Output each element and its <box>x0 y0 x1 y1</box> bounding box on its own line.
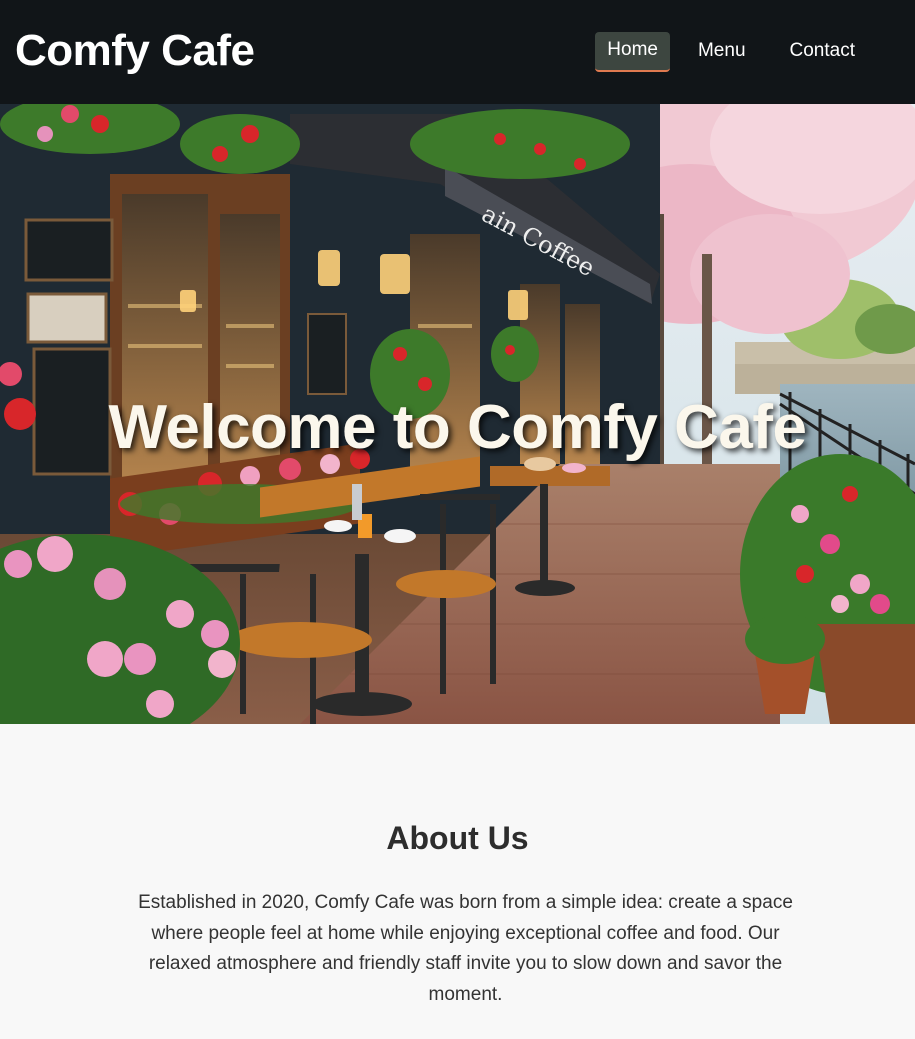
site-header: Comfy Cafe Home Menu Contact <box>0 0 915 104</box>
about-text: Established in 2020, Comfy Cafe was born… <box>138 892 793 1006</box>
nav-home-link[interactable]: Home <box>595 32 670 72</box>
nav-menu-link[interactable]: Menu <box>682 32 762 72</box>
nav-contact-link[interactable]: Contact <box>774 32 871 72</box>
brand-logo[interactable]: Comfy Cafe <box>15 26 255 76</box>
hero-title: Welcome to Comfy Cafe <box>108 393 807 462</box>
about-section: About Us Established in 2020, Comfy Cafe… <box>0 724 915 1039</box>
about-title: About Us <box>386 820 529 856</box>
hero-section: ain Coffee Welcome to Comfy Cafe <box>0 104 915 724</box>
main-nav: Home Menu Contact <box>595 32 871 72</box>
